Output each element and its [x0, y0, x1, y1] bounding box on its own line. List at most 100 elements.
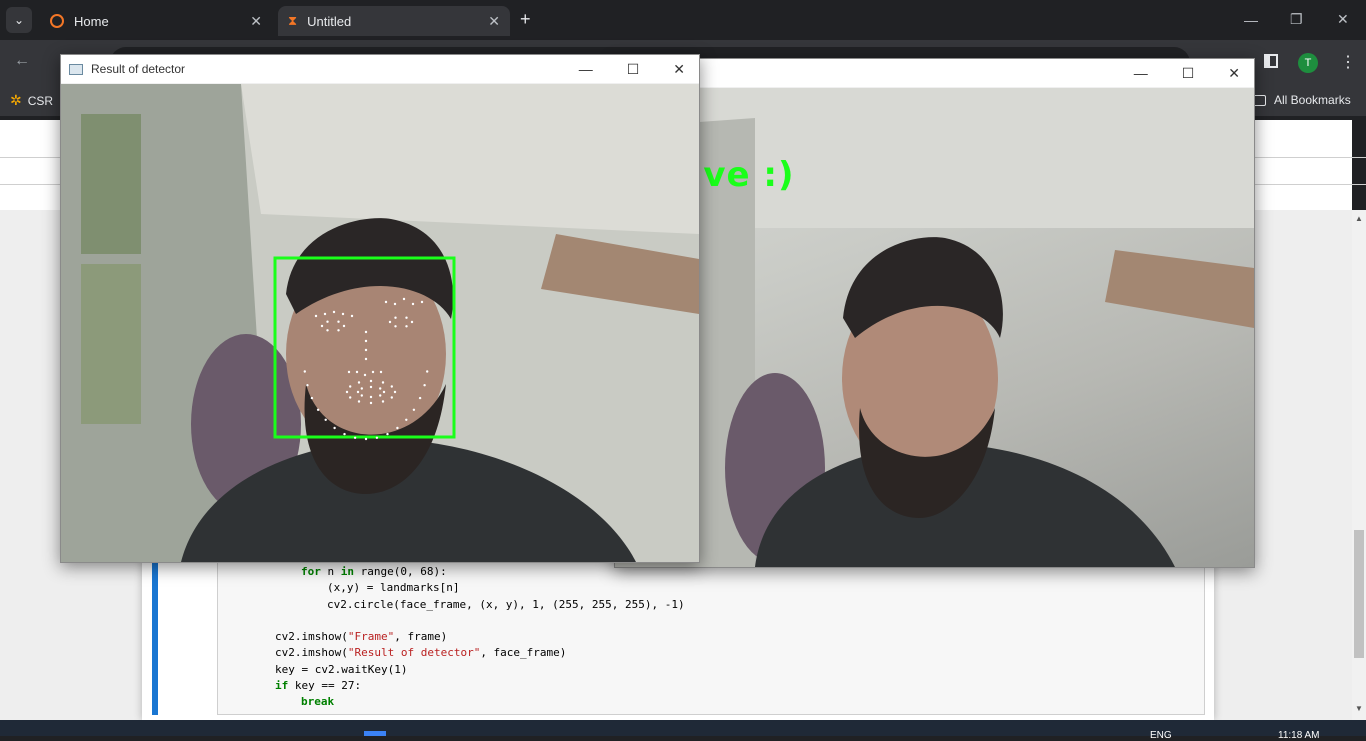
landmark-point	[357, 381, 361, 384]
side-panel-icon[interactable]	[1264, 54, 1278, 68]
landmark-point	[364, 437, 368, 441]
landmark-point	[306, 384, 309, 387]
landmark-point	[360, 387, 363, 390]
code-line: cv2.imshow("Result of detector", face_fr…	[218, 646, 1204, 662]
landmark-point	[323, 312, 327, 316]
bookmark-csr-label: CSR	[27, 93, 54, 108]
landmark-point	[402, 297, 406, 301]
kebab-menu-icon[interactable]: ⋮	[1340, 52, 1356, 72]
code-token: , frame)	[394, 630, 448, 644]
tab-home[interactable]: Home ✕	[40, 6, 272, 36]
minimize-icon[interactable]: —	[1244, 12, 1258, 28]
detector-image	[61, 84, 699, 562]
code-token: cv2.imshow(	[275, 646, 348, 660]
minimize-icon[interactable]: —	[579, 61, 593, 77]
landmark-point	[394, 325, 397, 328]
landmark-point	[411, 302, 415, 306]
code-cell-editor[interactable]: for n in range(0, 68): (x,y) = landmarks[…	[217, 560, 1205, 715]
landmark-point	[341, 312, 345, 316]
landmark-point	[386, 432, 389, 436]
close-icon[interactable]: ✕	[1228, 65, 1240, 82]
landmark-point	[405, 316, 408, 319]
code-line: break	[218, 695, 1204, 711]
maximize-icon[interactable]: ☐	[1182, 65, 1195, 82]
code-line: cv2.imshow("Frame", frame)	[218, 630, 1204, 646]
landmark-point	[369, 379, 373, 383]
jupyter-icon	[50, 14, 64, 28]
code-token: cv2.imshow(	[275, 630, 348, 644]
landmark-point	[350, 314, 354, 318]
landmark-point	[364, 339, 368, 343]
landmark-point	[357, 400, 361, 403]
landmark-point	[326, 329, 329, 332]
avatar[interactable]: T	[1298, 53, 1318, 73]
landmark-point	[337, 320, 340, 323]
landmark-point	[390, 396, 393, 399]
maximize-icon[interactable]: ☐	[627, 61, 640, 78]
restore-icon[interactable]: ❐	[1290, 11, 1303, 28]
landmark-point	[369, 385, 373, 389]
landmark-point	[420, 300, 424, 304]
landmark-point	[332, 310, 336, 314]
landmark-point	[379, 387, 382, 390]
code-token: "Frame"	[347, 630, 395, 644]
landmark-point	[324, 418, 327, 421]
minimize-icon[interactable]: —	[1134, 65, 1148, 81]
code-token: cv2.circle(face_frame, (x, y), 1, (255, …	[327, 597, 685, 611]
frame-window-titlebar[interactable]: — ☐ ✕	[615, 59, 1254, 87]
tab-untitled[interactable]: ⧗ Untitled ✕	[278, 6, 510, 36]
close-icon[interactable]: ✕	[673, 61, 685, 78]
landmark-point	[303, 370, 306, 373]
landmark-point	[320, 324, 324, 328]
new-tab-button[interactable]: +	[520, 9, 531, 30]
code-line: (x,y) = landmarks[n]	[218, 581, 1204, 597]
close-icon[interactable]: ✕	[488, 13, 500, 30]
frame-window[interactable]: — ☐ ✕ Active :)	[614, 58, 1255, 568]
webcam-frame: Active :)	[615, 88, 1254, 567]
close-window-icon[interactable]: ✕	[1337, 11, 1349, 28]
landmark-point	[353, 436, 357, 439]
close-icon[interactable]: ✕	[250, 13, 262, 30]
scrollbar-thumb[interactable]	[1354, 530, 1364, 658]
bookmark-csr[interactable]: ✲ CSR	[10, 92, 53, 109]
code-token: , face_frame)	[480, 646, 567, 660]
landmark-point	[418, 396, 422, 400]
landmark-point	[347, 370, 351, 374]
landmark-point	[423, 384, 426, 387]
detector-frame	[61, 84, 699, 562]
code-token: break	[301, 695, 335, 709]
window-app-icon	[69, 63, 83, 75]
code-line: cv2.circle(face_frame, (x, y), 1, (255, …	[218, 598, 1204, 614]
code-token: range(0, 68):	[354, 565, 447, 578]
detector-window[interactable]: Result of detector — ☐ ✕	[60, 54, 700, 563]
scroll-up-icon[interactable]: ▲	[1355, 214, 1363, 223]
tab-strip: ⌄ Home ✕ ⧗ Untitled ✕ + — ❐ ✕	[0, 0, 1366, 40]
back-icon[interactable]: ←	[14, 52, 30, 70]
all-bookmarks[interactable]: All Bookmarks	[1252, 93, 1351, 107]
landmark-point	[363, 373, 367, 377]
landmark-point	[405, 325, 408, 328]
landmark-point	[355, 370, 359, 374]
landmark-point	[394, 316, 397, 319]
landmark-point	[375, 436, 379, 439]
landmark-point	[369, 395, 373, 399]
selected-cell-indicator	[152, 560, 158, 715]
landmark-point	[412, 408, 416, 411]
landmark-point	[369, 401, 373, 405]
scroll-down-icon[interactable]: ▼	[1355, 704, 1363, 713]
code-token: key == 27:	[288, 679, 362, 693]
landmark-point	[337, 329, 340, 332]
code-token: in	[340, 565, 354, 578]
landmark-point	[364, 357, 368, 361]
landmark-point	[405, 418, 408, 421]
landmark-point	[333, 426, 336, 430]
landmark-point	[364, 348, 368, 352]
landmark-point	[426, 370, 429, 373]
tab-search-button[interactable]: ⌄	[6, 7, 32, 33]
landmark-point	[393, 302, 397, 306]
landmark-point	[356, 390, 360, 394]
detector-window-titlebar[interactable]: Result of detector — ☐ ✕	[61, 55, 699, 83]
code-line: if key == 27:	[218, 679, 1204, 695]
landmark-point	[316, 408, 320, 411]
start-icon[interactable]	[364, 731, 386, 736]
